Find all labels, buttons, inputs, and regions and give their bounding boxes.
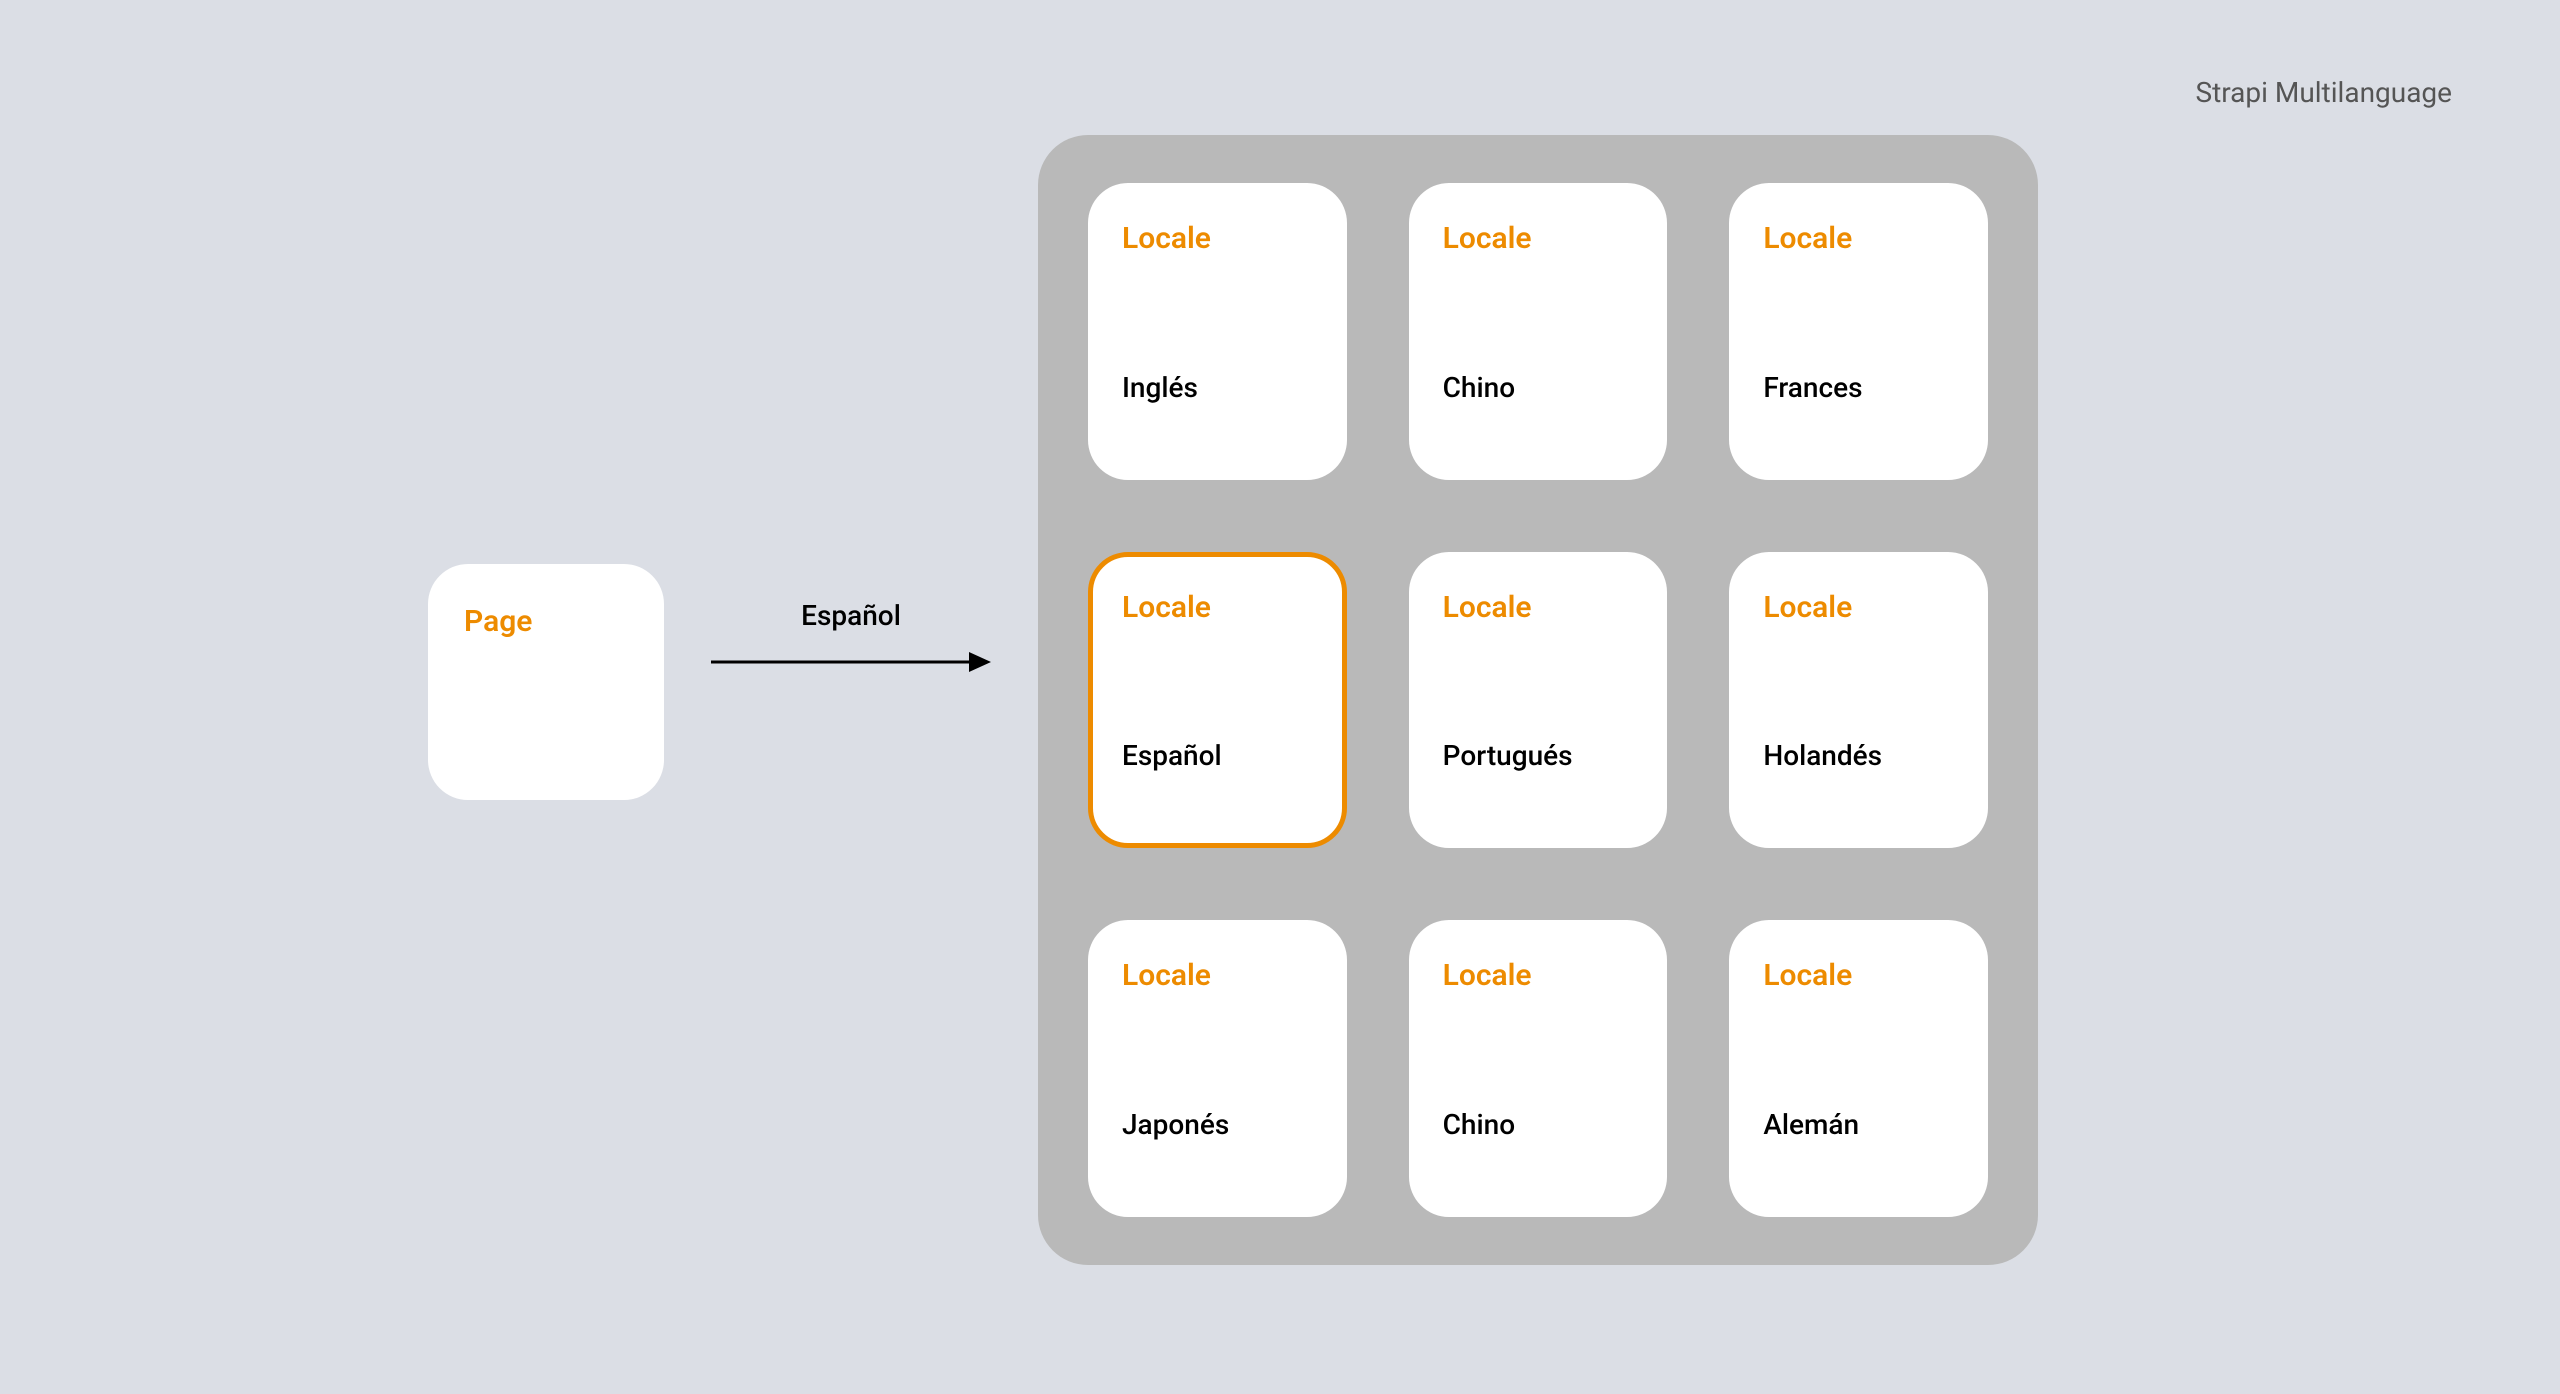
locale-value: Japonés <box>1122 1108 1313 1141</box>
locale-card-holandes: Locale Holandés <box>1729 552 1988 849</box>
header-label: Strapi Multilanguage <box>2195 76 2452 109</box>
locale-card-espanol: Locale Español <box>1088 552 1347 849</box>
locale-title: Locale <box>1443 590 1634 625</box>
locale-card-chino: Locale Chino <box>1409 183 1668 480</box>
locale-value: Holandés <box>1763 739 1954 772</box>
locale-title: Locale <box>1763 590 1954 625</box>
locale-value: Español <box>1122 739 1313 772</box>
locale-card-aleman: Locale Alemán <box>1729 920 1988 1217</box>
locale-title: Locale <box>1122 958 1313 993</box>
locale-value: Alemán <box>1763 1108 1954 1141</box>
locale-title: Locale <box>1763 958 1954 993</box>
locale-value: Frances <box>1763 371 1954 404</box>
locale-card-chino-2: Locale Chino <box>1409 920 1668 1217</box>
arrow-label: Español <box>801 599 901 632</box>
page-title: Page <box>464 604 628 639</box>
locale-title: Locale <box>1763 221 1954 256</box>
locale-title: Locale <box>1443 958 1634 993</box>
locale-card-ingles: Locale Inglés <box>1088 183 1347 480</box>
locale-value: Chino <box>1443 371 1634 404</box>
arrow-container: Español <box>706 576 996 696</box>
locale-title: Locale <box>1122 221 1313 256</box>
locale-card-frances: Locale Frances <box>1729 183 1988 480</box>
locale-value: Chino <box>1443 1108 1634 1141</box>
locale-value: Portugués <box>1443 739 1634 772</box>
arrow-icon <box>711 650 991 674</box>
locale-title: Locale <box>1122 590 1313 625</box>
locale-card-portugues: Locale Portugués <box>1409 552 1668 849</box>
locale-grid: Locale Inglés Locale Chino Locale France… <box>1038 135 2038 1265</box>
locale-title: Locale <box>1443 221 1634 256</box>
page-card: Page <box>428 564 664 800</box>
locale-card-japones: Locale Japonés <box>1088 920 1347 1217</box>
locale-value: Inglés <box>1122 371 1313 404</box>
